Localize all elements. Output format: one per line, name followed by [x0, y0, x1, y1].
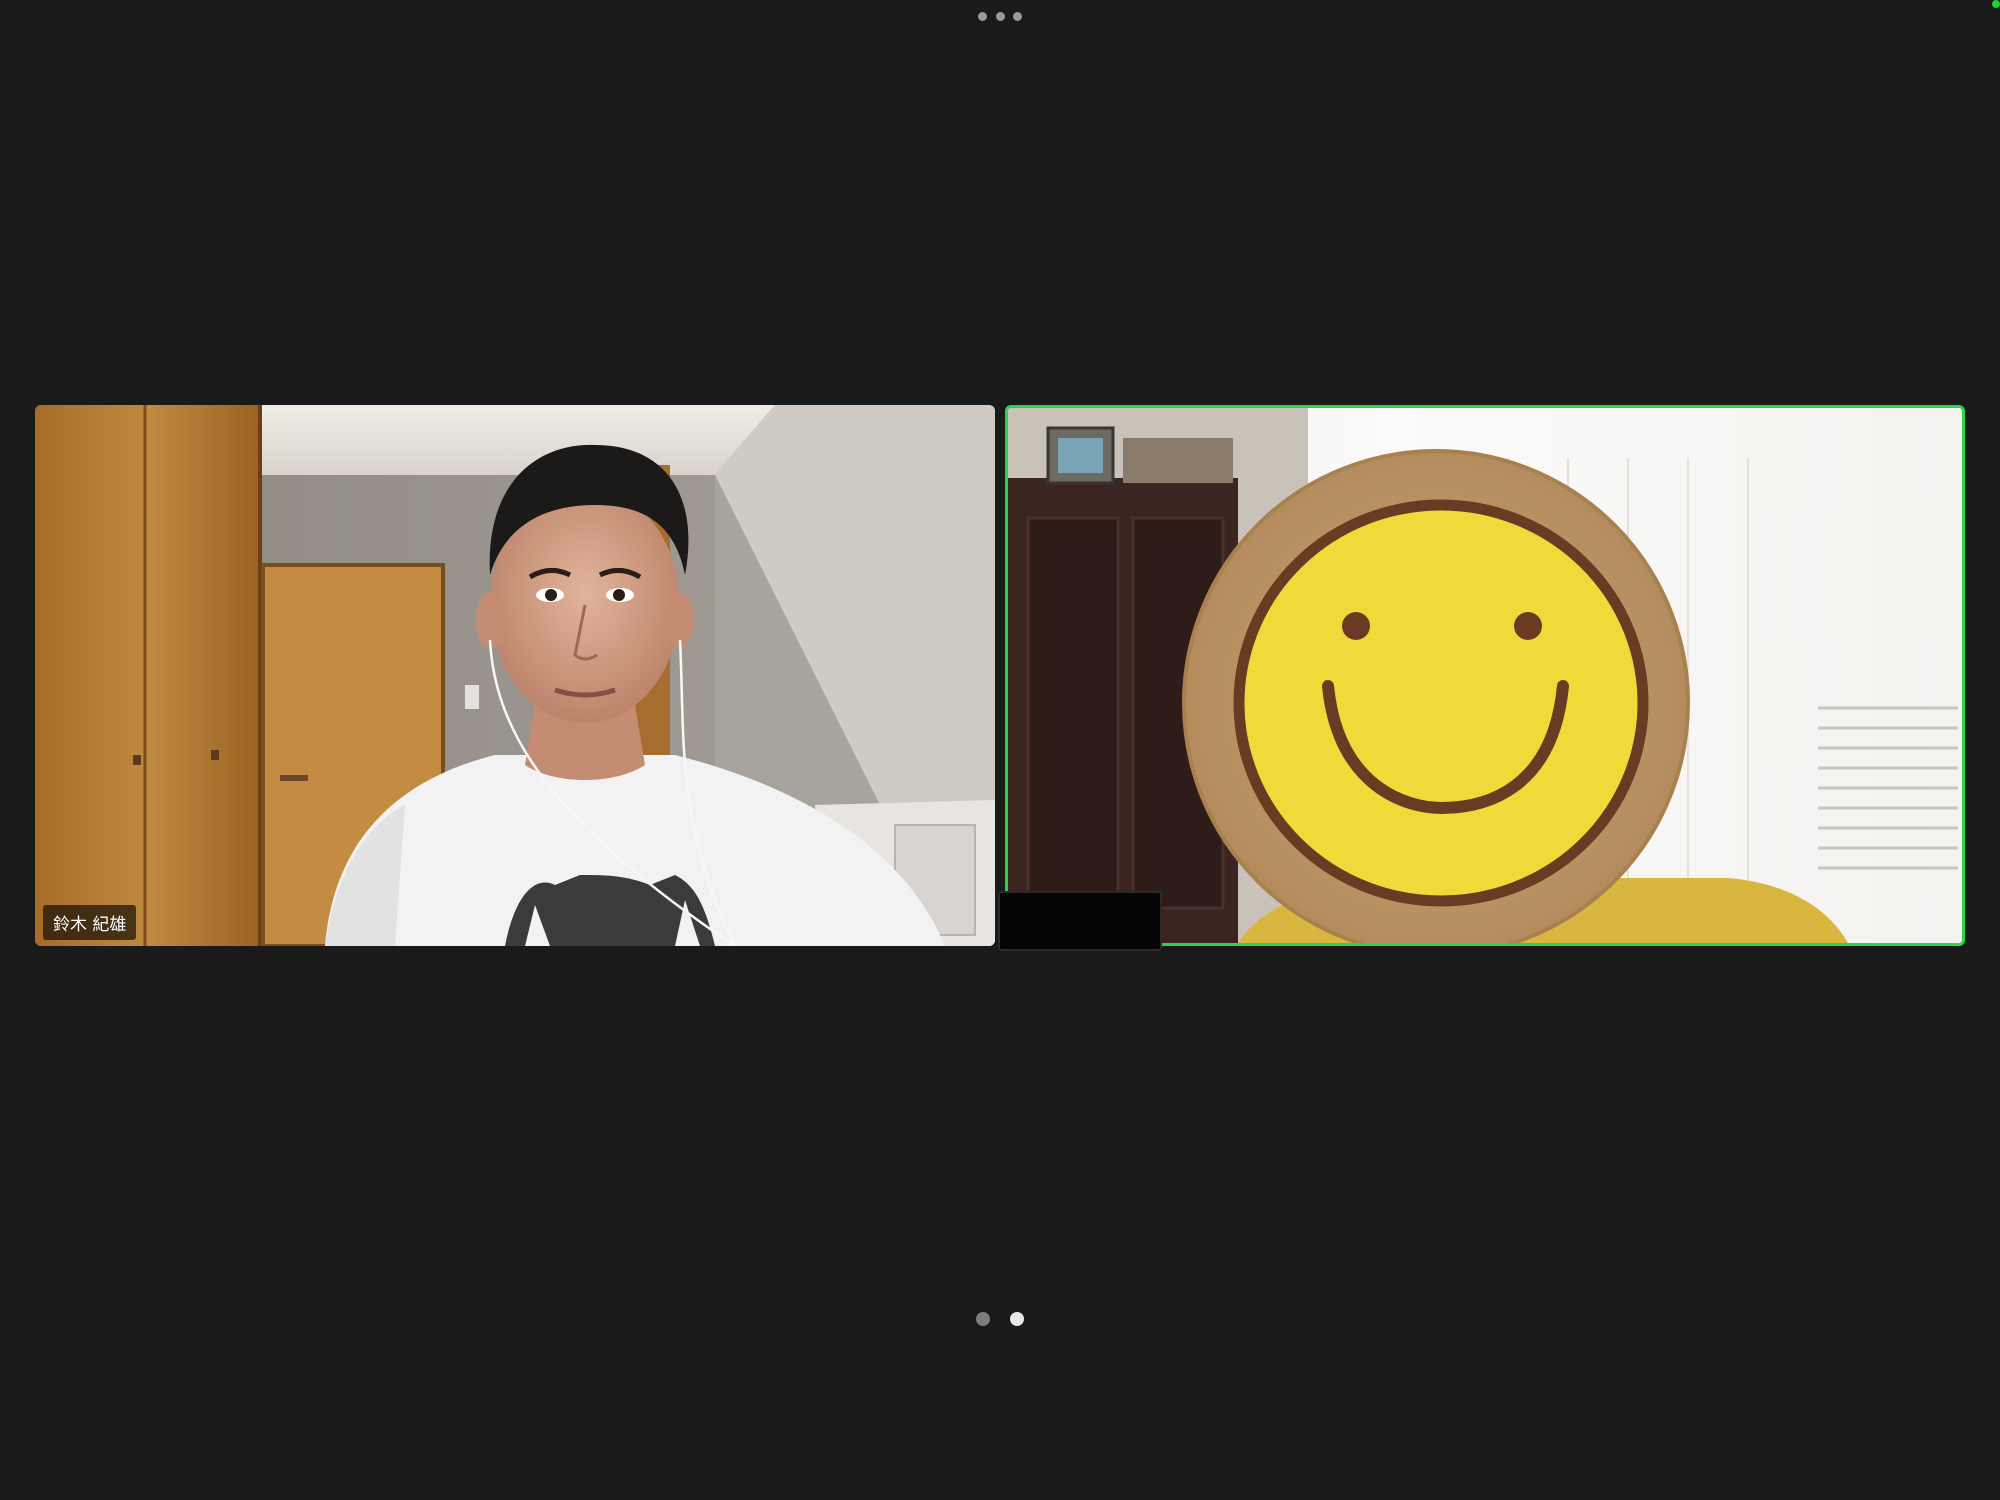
- page-1-dot[interactable]: [976, 1312, 990, 1326]
- participant-name-label: 鈴木 紀雄: [43, 905, 137, 940]
- more-dot-icon: [1013, 11, 1022, 21]
- participant-video-feed: [1008, 408, 1962, 943]
- meeting-screen: 鈴木 紀雄: [0, 0, 2000, 1500]
- participant-video-feed: [35, 405, 995, 946]
- more-options-button[interactable]: [978, 10, 1022, 22]
- gallery-pagination: [976, 1312, 1024, 1326]
- more-dot-icon: [978, 11, 987, 21]
- recording-status-icon: [1992, 0, 2000, 8]
- more-dot-icon: [995, 11, 1005, 21]
- page-2-dot[interactable]: [1010, 1312, 1024, 1326]
- participant-video-tile[interactable]: 鈴木 紀雄: [35, 405, 995, 946]
- active-speaker-video-tile[interactable]: [1005, 405, 1965, 946]
- participant-name-label-hidden: [998, 891, 1162, 951]
